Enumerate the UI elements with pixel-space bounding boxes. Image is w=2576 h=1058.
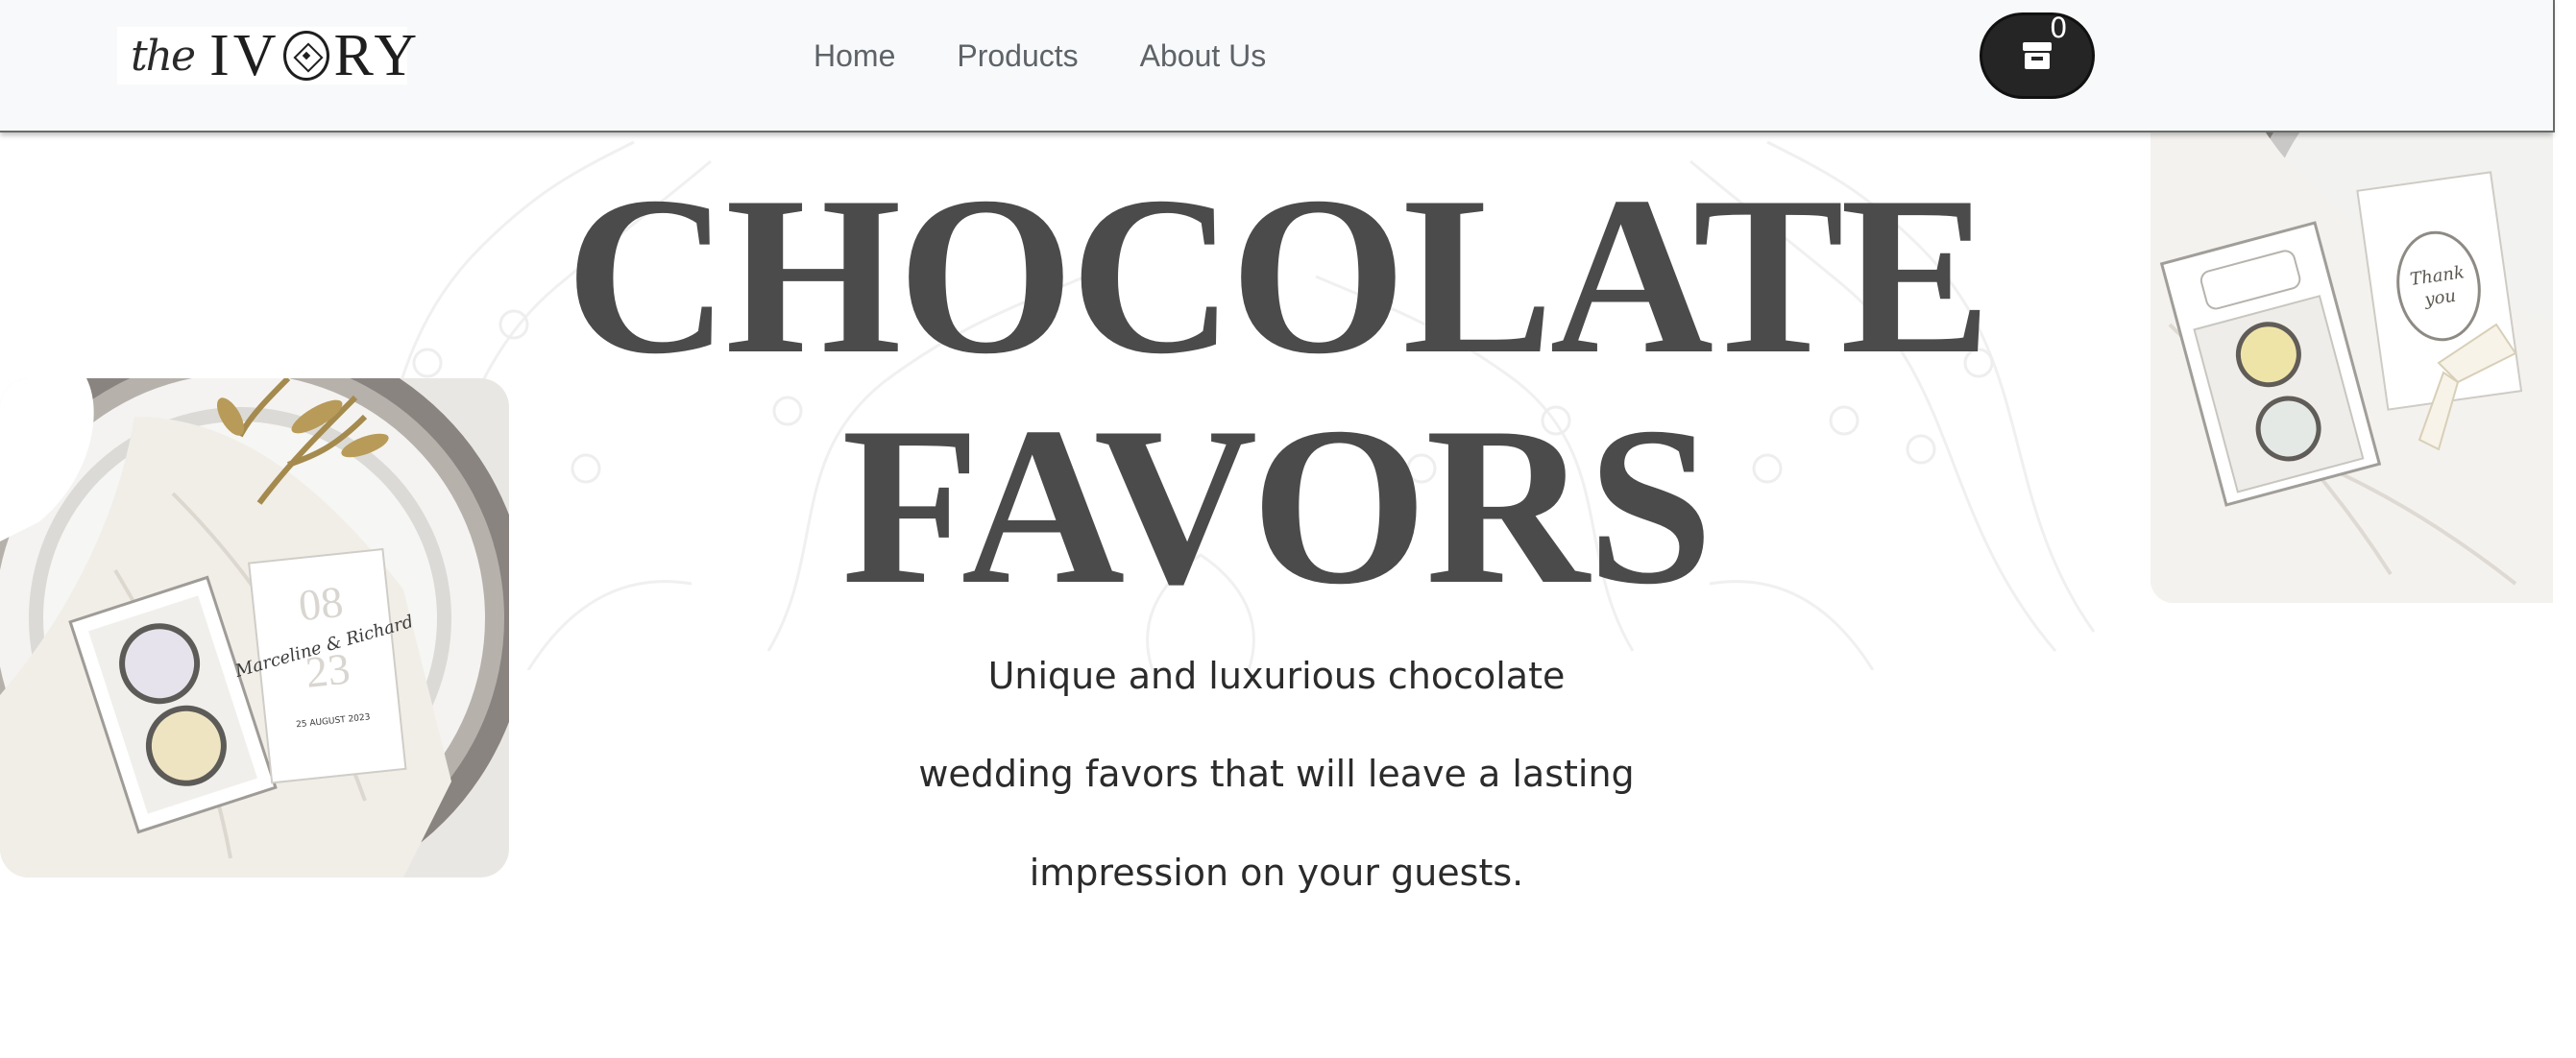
logo-word-start: IV xyxy=(209,23,280,88)
cart-button[interactable]: 0 xyxy=(1980,12,2095,99)
cart-count-badge: 0 xyxy=(2050,12,2068,44)
nav-home[interactable]: Home xyxy=(814,33,895,79)
logo-word-end: RY xyxy=(333,23,422,88)
ivory-logo[interactable]: the IV RY xyxy=(117,26,417,85)
logo-wordmark: IV RY xyxy=(209,23,422,88)
nav-about-us[interactable]: About Us xyxy=(1140,33,1267,79)
logo-the: the xyxy=(131,31,196,81)
right-product-photo: Thank you xyxy=(2151,132,2553,603)
left-card-date-top: 08 xyxy=(296,577,345,631)
logo-emblem-icon xyxy=(283,31,330,81)
main-nav: Home Products About Us xyxy=(814,33,1327,79)
left-product-photo: 08 23 Marceline & Richard 25 AUGUST 2023 xyxy=(0,378,509,878)
site-header: the IV RY Home Products About Us 0 xyxy=(0,0,2555,132)
nav-products[interactable]: Products xyxy=(957,33,1078,79)
